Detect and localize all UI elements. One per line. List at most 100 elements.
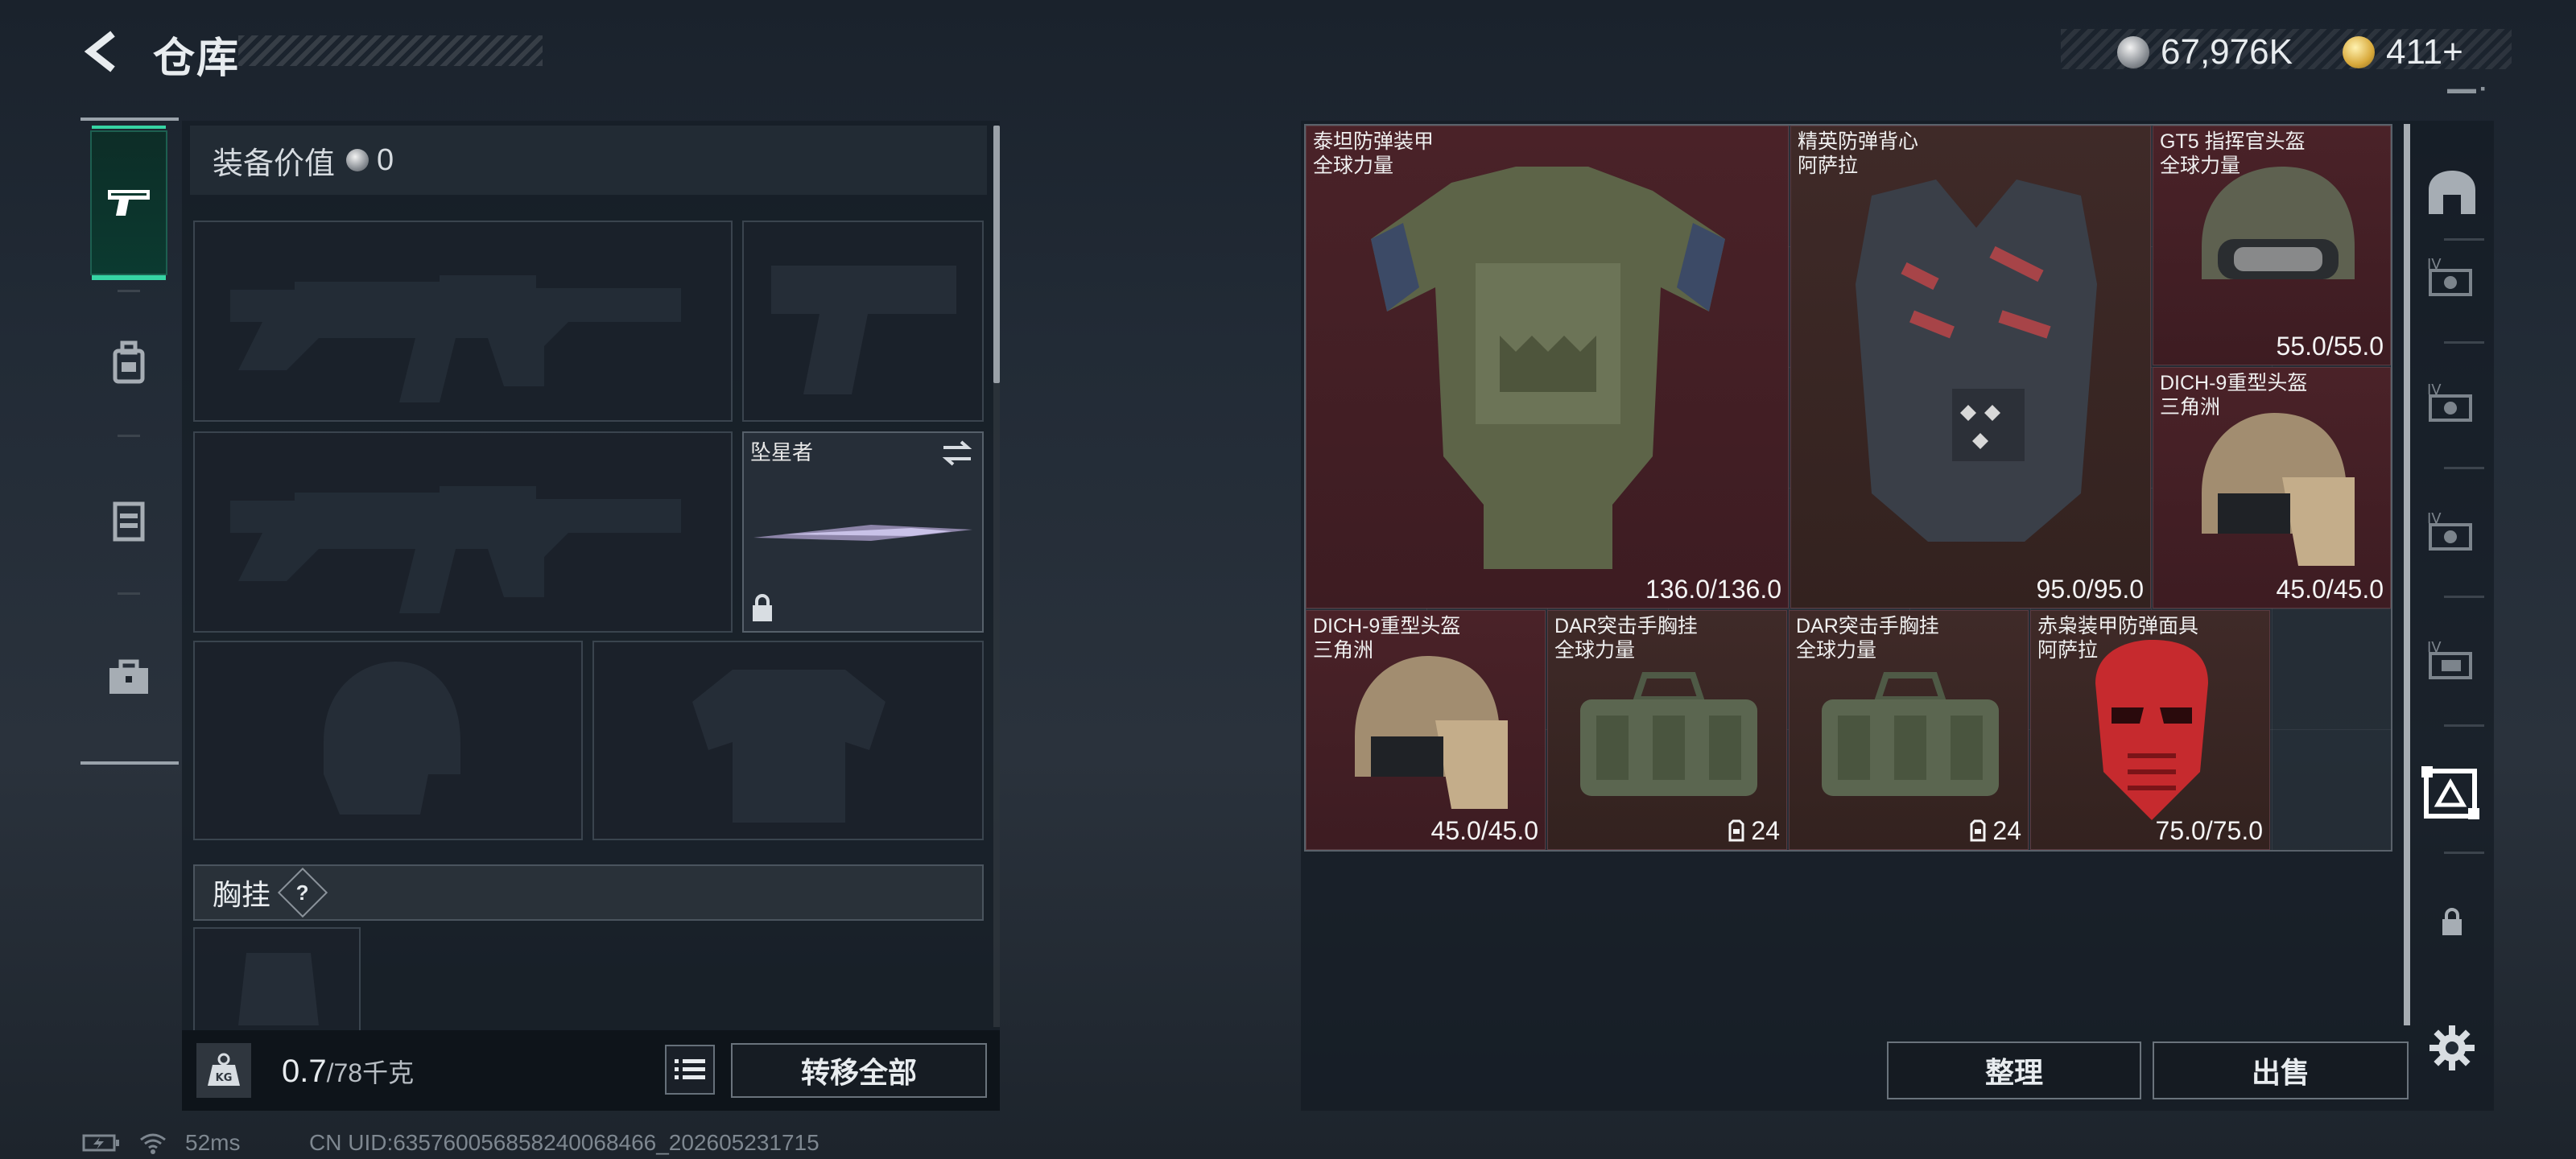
stash-item-red-mask[interactable]: 赤枭装甲防弹面具 阿萨拉 75.0/75.0 — [2030, 610, 2270, 850]
item-durability: 55.0/55.0 — [2276, 332, 2384, 361]
wifi-icon — [138, 1132, 167, 1158]
title-decoration — [238, 35, 543, 66]
chest-rig-image — [1822, 672, 1999, 796]
equipment-value-label: 装备价值 — [213, 146, 336, 181]
rifle-silhouette-icon — [230, 275, 681, 402]
item-capacity: 24 — [1968, 816, 2021, 846]
rail-stash-iv-3-icon[interactable]: IV — [2418, 496, 2486, 563]
tab-weapons[interactable] — [90, 126, 167, 280]
page-title: 仓库 — [153, 35, 241, 82]
rail-divider — [2444, 341, 2484, 344]
rail-stash-iv-4-icon[interactable]: IV — [2418, 625, 2486, 692]
silver-coin-icon — [346, 149, 369, 171]
rail-stash-active-icon[interactable] — [2418, 760, 2486, 827]
svg-text:KG: KG — [216, 1072, 233, 1084]
chest-rig-label: 胸挂 — [213, 878, 271, 911]
equipment-value-bar: 装备价值 0 — [190, 126, 987, 195]
melee-blade-image — [753, 525, 972, 541]
rail-storage-icon[interactable] — [2418, 158, 2486, 225]
stash-item-dar-chest-rig[interactable]: DAR突击手胸挂 全球力量 24 — [1547, 610, 1787, 850]
gear-icon[interactable] — [2418, 1014, 2486, 1082]
menu-dots-icon[interactable]: ▬▬ ▪ — [2447, 80, 2485, 97]
rail-divider — [2444, 596, 2484, 598]
item-subtitle: 全球力量 — [1554, 639, 1636, 662]
vest-icon — [113, 501, 145, 542]
silver-currency[interactable]: 67,976K — [2117, 24, 2293, 80]
ping-text: 52ms — [185, 1130, 241, 1155]
helmet-silhouette-icon — [324, 662, 460, 815]
item-name: GT5 指挥官头盔 — [2160, 130, 2306, 153]
item-name: DAR突击手胸挂 — [1554, 615, 1698, 637]
helmet-image — [1355, 656, 1508, 809]
stash-item-titan-armor[interactable]: 泰坦防弹装甲 全球力量 136.0/136.0 — [1306, 126, 1789, 608]
stash-item-elite-vest[interactable]: 精英防弹背心 阿萨拉 95.0/95.0 — [1790, 126, 2151, 608]
item-name: 精英防弹背心 — [1798, 130, 1919, 153]
item-durability: 45.0/45.0 — [2276, 575, 2384, 604]
rail-divider — [2444, 724, 2484, 727]
weight-readout: 0.7/78千克 — [282, 1053, 414, 1090]
tabs-bottom-divider — [80, 761, 179, 765]
pistol-icon — [108, 190, 150, 216]
uid-text: CN UID:635760056858240068466_20260523171… — [309, 1130, 819, 1155]
tab-divider — [118, 592, 140, 595]
help-icon[interactable]: ? — [277, 867, 328, 918]
backpack-icon — [113, 340, 145, 384]
tab-toolbox[interactable] — [90, 605, 167, 750]
tab-backpack[interactable] — [90, 290, 167, 435]
pistol-silhouette-icon — [771, 266, 956, 394]
briefcase-icon — [109, 659, 148, 694]
body-armor-image — [1371, 167, 1725, 569]
capacity-icon — [1728, 819, 1744, 842]
equipment-value: 0 — [377, 142, 394, 177]
silver-currency-value: 67,976K — [2161, 32, 2293, 72]
list-view-button[interactable] — [665, 1045, 715, 1095]
chest-rig-slot[interactable] — [193, 927, 361, 1030]
item-durability: 95.0/95.0 — [2036, 575, 2144, 604]
list-icon — [675, 1059, 705, 1079]
item-durability: 136.0/136.0 — [1645, 575, 1781, 604]
stash-item-gt5-helmet[interactable]: GT5 指挥官头盔 全球力量 55.0/55.0 — [2153, 126, 2391, 365]
tab-divider — [118, 435, 140, 437]
mask-image — [2095, 640, 2208, 820]
primary-weapon-slot[interactable] — [193, 221, 733, 422]
item-name: DAR突击手胸挂 — [1796, 615, 1939, 637]
helmet-image — [2202, 413, 2355, 566]
helmet-image — [2202, 167, 2355, 279]
stash-item-dich9-helmet[interactable]: DICH-9重型头盔 三角洲 45.0/45.0 — [2153, 367, 2391, 608]
tabs-top-divider — [80, 118, 179, 121]
rifle-silhouette-icon — [230, 486, 681, 613]
equipment-scrollbar[interactable] — [993, 126, 1000, 383]
armor-silhouette-icon — [692, 670, 886, 823]
swap-icon[interactable] — [940, 439, 974, 467]
secondary-weapon-slot[interactable] — [193, 431, 733, 633]
gold-currency[interactable]: 411+ — [2343, 24, 2463, 80]
rail-divider — [2444, 467, 2484, 469]
back-icon[interactable] — [80, 29, 126, 74]
battery-icon — [82, 1133, 121, 1157]
stash-item-dar-chest-rig[interactable]: DAR突击手胸挂 全球力量 24 — [1789, 610, 2029, 850]
helmet-slot[interactable] — [193, 641, 583, 840]
chest-rig-image — [1580, 672, 1757, 796]
chest-rig-silhouette-icon — [238, 953, 319, 1025]
melee-slot[interactable]: 坠星者 — [742, 431, 984, 633]
sort-button[interactable]: 整理 — [1887, 1041, 2141, 1099]
lock-icon[interactable] — [2418, 889, 2486, 956]
lock-icon — [753, 594, 772, 621]
tab-vest[interactable] — [90, 448, 167, 592]
item-name: DICH-9重型头盔 — [2160, 372, 2308, 394]
gold-currency-value: 411+ — [2386, 32, 2463, 72]
chest-rig-header: 胸挂 ? — [193, 864, 984, 921]
armor-slot[interactable] — [592, 641, 984, 840]
melee-name: 坠星者 — [750, 440, 814, 464]
item-subtitle: 全球力量 — [1796, 639, 1877, 662]
item-durability: 75.0/75.0 — [2155, 816, 2263, 845]
stash-scrollbar[interactable] — [2404, 124, 2410, 1025]
weight-current: 0.7 — [282, 1054, 327, 1089]
pistol-slot[interactable] — [742, 221, 984, 422]
rail-stash-iv-2-icon[interactable]: IV — [2418, 367, 2486, 435]
rail-stash-iv-1-icon[interactable]: IV — [2418, 241, 2486, 309]
transfer-all-button[interactable]: 转移全部 — [731, 1043, 987, 1098]
stash-item-dich9-helmet[interactable]: DICH-9重型头盔 三角洲 45.0/45.0 — [1306, 610, 1546, 850]
weight-max: /78千克 — [326, 1058, 415, 1087]
sell-button[interactable]: 出售 — [2153, 1041, 2409, 1099]
